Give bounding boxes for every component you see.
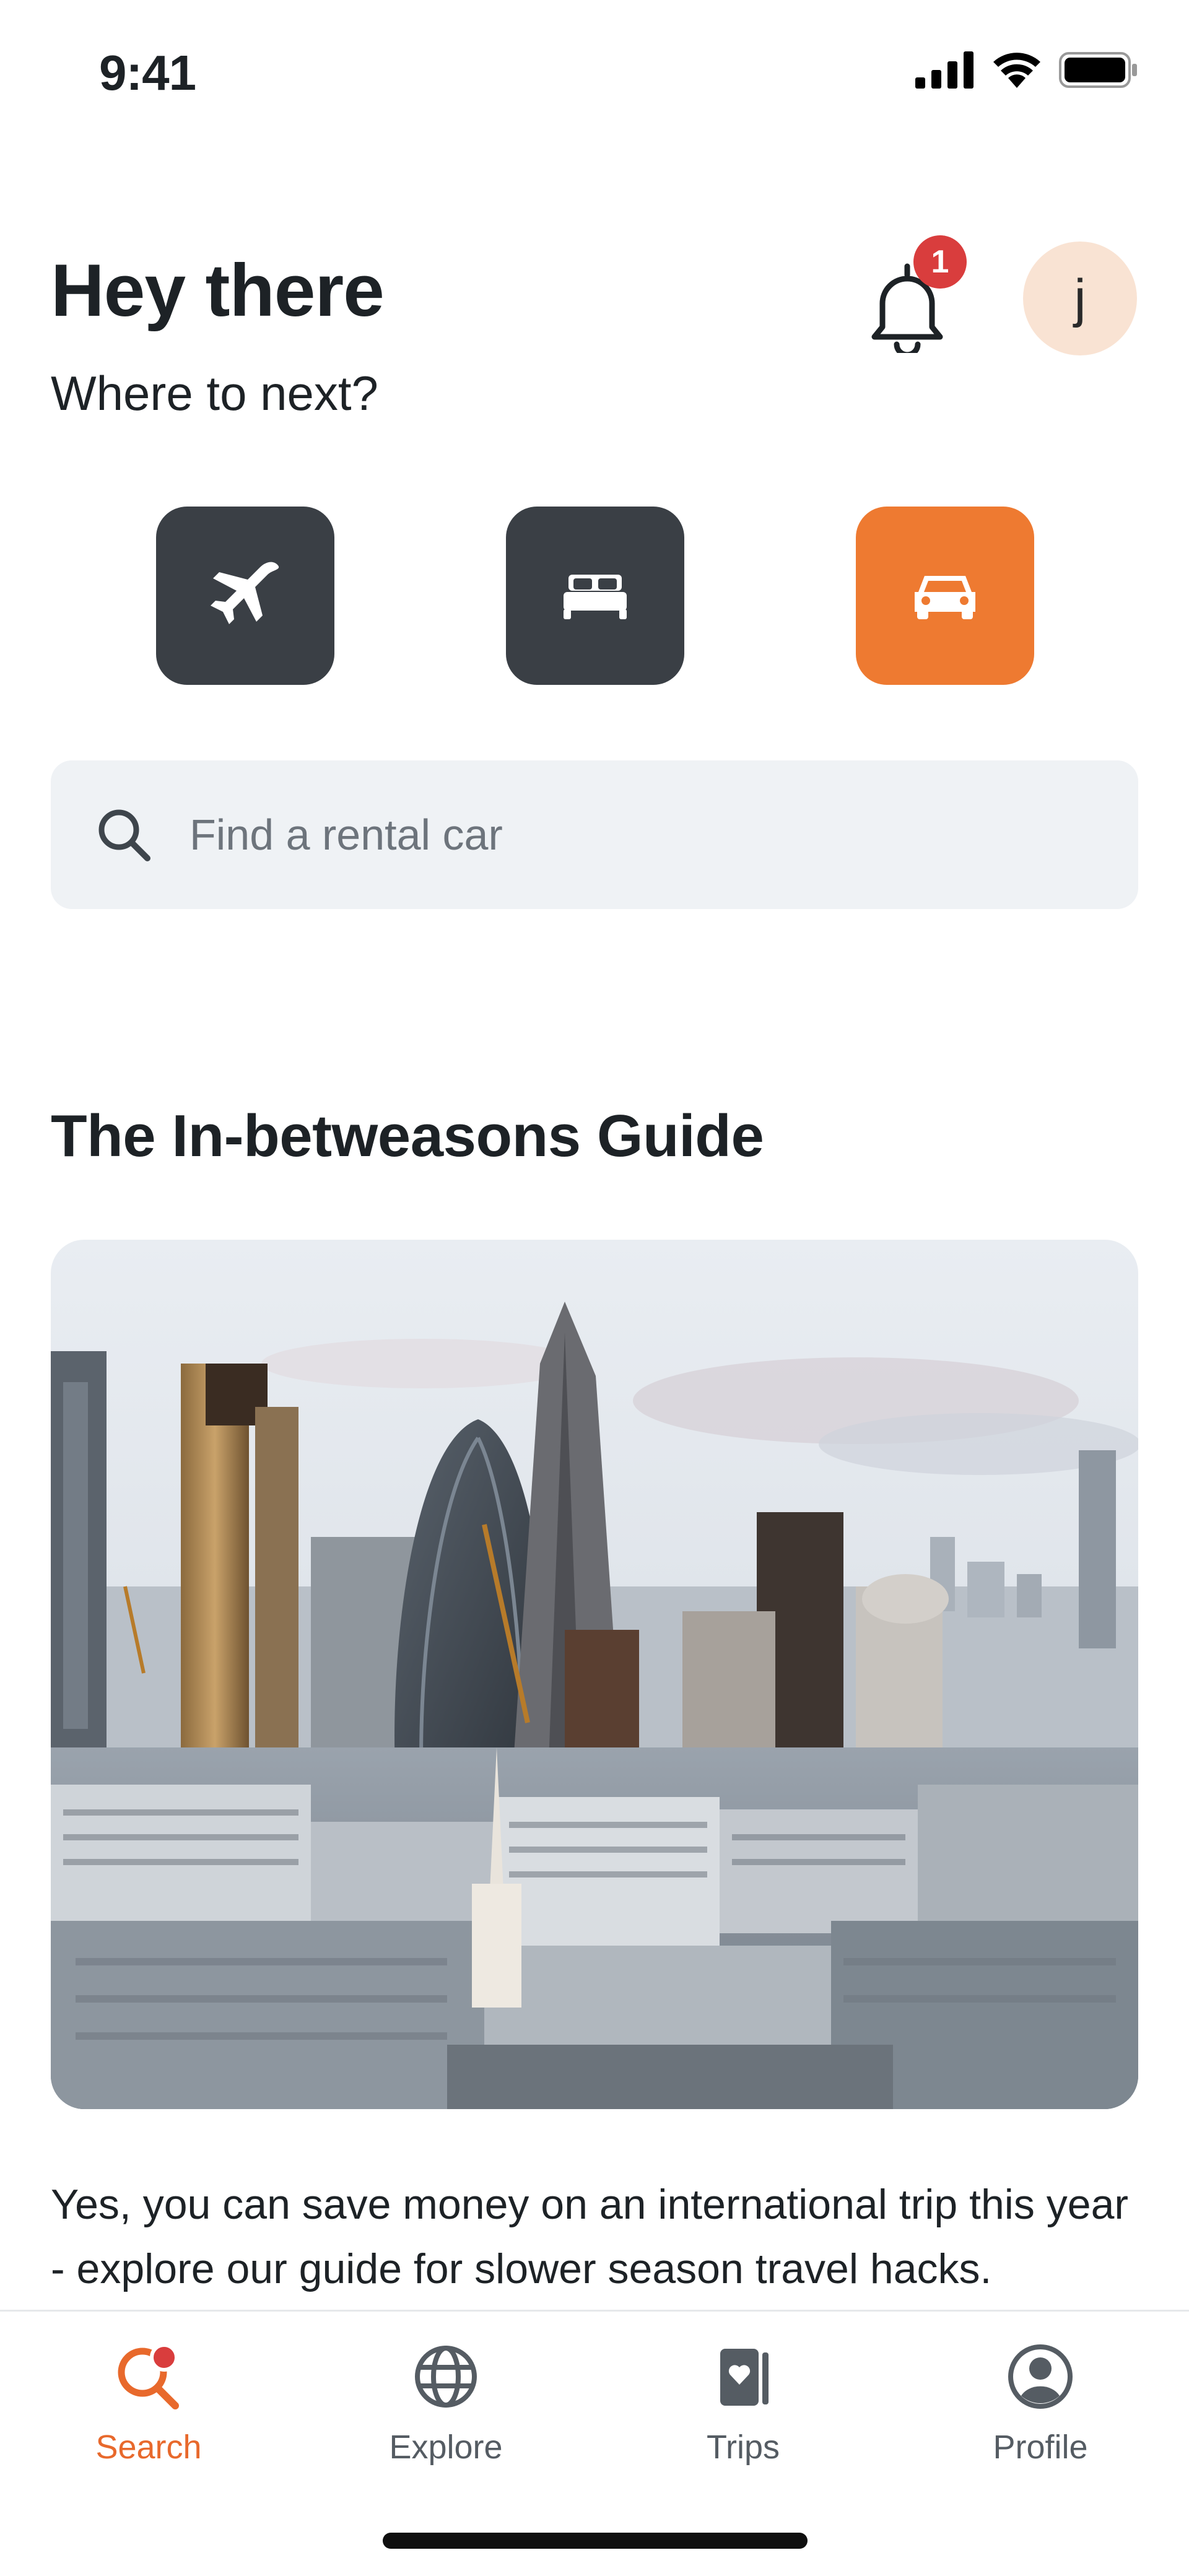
nav-item-search[interactable]: Search	[25, 2336, 272, 2466]
flights-category-button[interactable]	[156, 507, 334, 685]
greeting-title: Hey there	[51, 249, 385, 332]
nav-label-search: Search	[95, 2429, 202, 2466]
avatar[interactable]: j	[1023, 242, 1137, 355]
notification-badge: 1	[913, 235, 967, 289]
guide-image[interactable]	[51, 1240, 1138, 2109]
search-input[interactable]	[188, 809, 1058, 860]
trips-icon	[720, 2349, 769, 2406]
nav-label-explore: Explore	[389, 2429, 503, 2466]
battery-icon	[1059, 52, 1137, 88]
cars-category-button[interactable]	[856, 507, 1034, 685]
guide-title: The In-betweasons Guide	[51, 1103, 764, 1169]
status-time: 9:41	[99, 45, 196, 100]
nav-item-profile[interactable]: Profile	[917, 2336, 1164, 2466]
home-indicator	[383, 2533, 808, 2549]
airplane-icon	[211, 562, 279, 624]
car-icon	[915, 576, 975, 619]
nav-item-trips[interactable]: Trips	[619, 2336, 867, 2466]
search-icon	[98, 809, 150, 861]
stays-category-button[interactable]	[506, 507, 684, 685]
search-bar[interactable]	[51, 760, 1138, 909]
nav-label-trips: Trips	[707, 2429, 780, 2466]
nav-item-explore[interactable]: Explore	[322, 2336, 570, 2466]
status-icons	[915, 51, 1139, 89]
globe-icon	[415, 2346, 477, 2408]
search-icon	[118, 2343, 179, 2409]
city-skyline-image	[51, 1240, 1138, 2109]
greeting-subtitle: Where to next?	[51, 366, 378, 420]
cellular-signal-icon	[915, 51, 973, 89]
nav-label-profile: Profile	[993, 2429, 1088, 2466]
bed-icon	[564, 575, 627, 619]
profile-icon	[1008, 2344, 1073, 2409]
wifi-icon	[993, 53, 1040, 88]
guide-description: Yes, you can save money on an internatio…	[51, 2181, 1129, 2292]
